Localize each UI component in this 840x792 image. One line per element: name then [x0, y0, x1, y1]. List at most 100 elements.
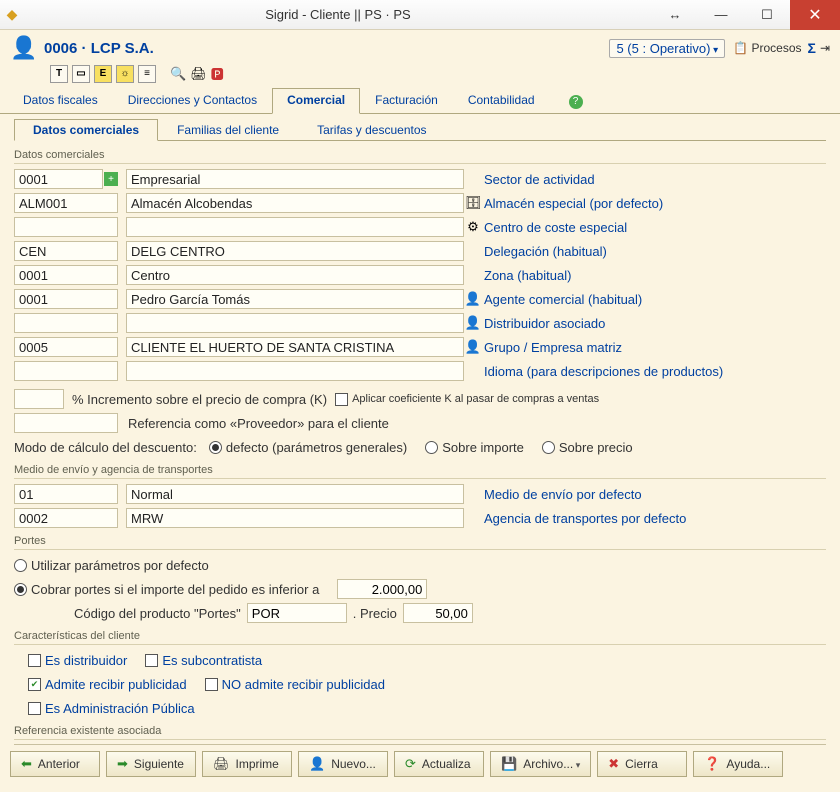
check-distribuidor[interactable]: Es distribuidor: [28, 653, 127, 668]
tool-T[interactable]: T: [50, 65, 68, 83]
agencia-desc[interactable]: [126, 508, 464, 528]
sector-desc[interactable]: [126, 169, 464, 189]
tool-E[interactable]: E: [94, 65, 112, 83]
subtab-datos-comerciales[interactable]: Datos comerciales: [14, 119, 158, 141]
imprime-button[interactable]: 🖨Imprime: [202, 751, 292, 777]
portes-importe[interactable]: [337, 579, 427, 599]
nuevo-button[interactable]: 👤Nuevo...: [298, 751, 388, 777]
agente-desc[interactable]: [126, 289, 464, 309]
coste-code[interactable]: [14, 217, 118, 237]
zona-label: Zona (habitual): [482, 268, 571, 283]
k-checkbox[interactable]: [335, 393, 348, 406]
gear-icon: ⚙: [464, 219, 482, 235]
siguiente-button[interactable]: ➡Siguiente: [106, 751, 196, 777]
group-envio: Medio de envío y agencia de transportes: [14, 460, 826, 479]
zona-code[interactable]: [14, 265, 118, 285]
tool-lines[interactable]: ≡: [138, 65, 156, 83]
medio-desc[interactable]: [126, 484, 464, 504]
arrow-left-icon: ⬅: [21, 756, 32, 772]
anterior-button[interactable]: ⬅Anterior: [10, 751, 100, 777]
maximize-button[interactable]: ☐: [744, 0, 790, 30]
printer-icon: 🖨: [213, 756, 230, 772]
sigma-icon[interactable]: Σ: [808, 40, 816, 56]
actualiza-button[interactable]: ⟳Actualiza: [394, 751, 484, 777]
idioma-desc[interactable]: [126, 361, 464, 381]
app-icon: ◆: [0, 6, 24, 23]
medio-label: Medio de envío por defecto: [482, 487, 642, 502]
tool-star[interactable]: ☼: [116, 65, 134, 83]
grupo-code[interactable]: [14, 337, 118, 357]
coste-label: Centro de coste especial: [482, 220, 627, 235]
arrow-right-icon: ➡: [117, 756, 128, 772]
help-icon: ?: [569, 95, 583, 109]
check-admin-publica[interactable]: Es Administración Pública: [28, 701, 195, 716]
idioma-code[interactable]: [14, 361, 118, 381]
descuento-opt-precio[interactable]: Sobre precio: [542, 440, 633, 455]
zona-desc[interactable]: [126, 265, 464, 285]
check-admite[interactable]: ✔Admite recibir publicidad: [28, 677, 187, 692]
cierra-button[interactable]: ✖Cierra: [597, 751, 687, 777]
coste-desc[interactable]: [126, 217, 464, 237]
portes-precio-label: . Precio: [353, 606, 397, 621]
grupo-label: Grupo / Empresa matriz: [482, 340, 622, 355]
tool-print-icon[interactable]: 🖨: [190, 66, 207, 82]
portes-opt-defecto[interactable]: Utilizar parámetros por defecto: [14, 558, 209, 573]
tool-search-icon[interactable]: 🔍: [170, 66, 186, 82]
sector-code[interactable]: [14, 169, 103, 189]
status-badge[interactable]: 5 (5 : Operativo): [609, 39, 725, 58]
almacen-code[interactable]: [14, 193, 118, 213]
refresh-icon: ⟳: [405, 756, 416, 772]
distribuidor-desc[interactable]: [126, 313, 464, 333]
group-portes: Portes: [14, 531, 826, 550]
x-icon: ✖: [608, 756, 619, 772]
ref-proveedor[interactable]: [14, 413, 118, 433]
check-no-admite[interactable]: NO admite recibir publicidad: [205, 677, 385, 692]
window-title: Sigrid - Cliente || PS · PS: [24, 7, 652, 22]
portes-codigo[interactable]: [247, 603, 347, 623]
idioma-label: Idioma (para descripciones de productos): [482, 364, 723, 379]
descuento-opt-importe[interactable]: Sobre importe: [425, 440, 524, 455]
group-caracteristicas: Características del cliente: [14, 626, 826, 645]
help-icon: ❓: [704, 756, 720, 772]
tool-doc[interactable]: ▭: [72, 65, 90, 83]
tool-pdf-icon[interactable]: 🅿: [211, 64, 224, 83]
procesos-link[interactable]: 📋 Procesos: [733, 41, 801, 55]
delegacion-label: Delegación (habitual): [482, 244, 607, 259]
sector-label: Sector de actividad: [482, 172, 595, 187]
group-datos-comerciales: Datos comerciales: [14, 145, 826, 164]
almacen-label: Almacén especial (por defecto): [482, 196, 663, 211]
ref-proveedor-label: Referencia como «Proveedor» para el clie…: [128, 416, 389, 431]
subtab-tarifas[interactable]: Tarifas y descuentos: [298, 119, 445, 141]
agencia-code[interactable]: [14, 508, 118, 528]
close-button[interactable]: ✕: [790, 0, 840, 30]
agente-label: Agente comercial (habitual): [482, 292, 642, 307]
pin-icon[interactable]: ⇥: [820, 41, 830, 55]
medio-code[interactable]: [14, 484, 118, 504]
portes-precio[interactable]: [403, 603, 473, 623]
ayuda-button[interactable]: ❓Ayuda...: [693, 751, 783, 777]
almacen-desc[interactable]: [126, 193, 464, 213]
delegacion-code[interactable]: [14, 241, 118, 261]
tab-comercial[interactable]: Comercial: [272, 88, 360, 114]
archivo-button[interactable]: 💾Archivo...: [490, 751, 591, 777]
tab-datos-fiscales[interactable]: Datos fiscales: [8, 88, 113, 114]
descuento-label: Modo de cálculo del descuento:: [14, 440, 197, 455]
tab-direcciones[interactable]: Direcciones y Contactos: [113, 88, 272, 114]
descuento-opt-defecto[interactable]: defecto (parámetros generales): [209, 440, 407, 455]
move-button[interactable]: ↔: [652, 0, 698, 30]
tab-facturacion[interactable]: Facturación: [360, 88, 453, 114]
distribuidor-code[interactable]: [14, 313, 118, 333]
grupo-desc[interactable]: [126, 337, 464, 357]
tab-contabilidad[interactable]: Contabilidad: [453, 88, 550, 114]
check-subcontratista[interactable]: Es subcontratista: [145, 653, 262, 668]
k-percent[interactable]: [14, 389, 64, 409]
portes-opt-cobrar[interactable]: Cobrar portes si el importe del pedido e…: [14, 582, 319, 597]
plus-icon[interactable]: +: [104, 172, 118, 186]
minimize-button[interactable]: —: [698, 0, 744, 30]
subtab-familias[interactable]: Familias del cliente: [158, 119, 298, 141]
agente-code[interactable]: [14, 289, 118, 309]
delegacion-desc[interactable]: [126, 241, 464, 261]
record-title[interactable]: 0006 · LCP S.A.: [44, 40, 609, 57]
tab-help[interactable]: ?: [550, 88, 598, 114]
avatar-icon: 👤: [10, 34, 38, 62]
